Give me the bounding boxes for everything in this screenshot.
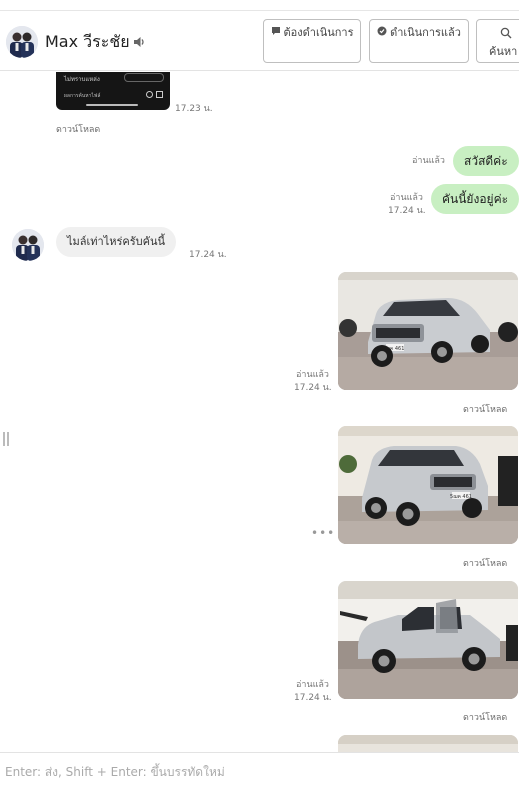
screenshot-text-2: ผลการค้นหาไฟล์ [64,93,101,99]
image-message-car-angle[interactable]: 5ฌค 461 [338,426,518,544]
incoming-message: ไมล์เท่าไหร่ครับคันนี้ [56,227,177,257]
done-button-label: ดำเนินการแล้ว [390,26,461,39]
screenshot-box [124,73,164,82]
search-icon [500,27,512,44]
check-bubble-icon [377,25,387,41]
speaker-icon[interactable] [132,35,146,49]
more-options-icon[interactable]: ••• [311,526,335,540]
outgoing-message: สวัสดีค่ะ [453,146,519,176]
image-message-car-side[interactable] [338,581,518,699]
message-time: 17.24 น. [388,206,426,216]
message-time: 17.24 น. [294,383,332,393]
download-link[interactable]: ดาวน์โหลด [463,402,507,416]
emoji-icon [146,91,153,98]
screenshot-text-1: ไม่ทราบแหล่ง [64,76,100,83]
read-receipt: อ่านแล้ว [296,370,329,380]
message-time: 17.24 น. [294,693,332,703]
contact-avatar[interactable] [6,26,38,58]
sender-avatar[interactable] [12,229,44,261]
chat-area[interactable]: ไม่ทราบแหล่ง ผลการค้นหาไฟล์ 17.23 น. ดาว… [0,72,519,752]
download-link[interactable]: ดาวน์โหลด [463,710,507,724]
image-message-screenshot[interactable]: ไม่ทราบแหล่ง ผลการค้นหาไฟล์ [56,72,170,110]
message-time: 17.23 น. [175,104,213,114]
image-icon [156,91,163,98]
chat-bubble-icon [271,25,281,41]
todo-button-label: ต้องดำเนินการ [283,26,354,39]
read-receipt: อ่านแล้ว [296,680,329,690]
home-indicator [86,104,138,106]
contact-name: Max วีระชัย [45,32,130,51]
download-link[interactable]: ดาวน์โหลด [463,556,507,570]
chat-header: Max วีระชัย ต้องดำเนินการ ดำเนินการแล้ว … [0,11,519,71]
download-link[interactable]: ดาวน์โหลด [56,122,100,136]
search-button[interactable]: ค้นหา [476,19,519,63]
outgoing-message: คันนี้ยังอยู่ค่ะ [431,184,519,214]
image-message-car-partial[interactable] [338,735,518,752]
search-button-label: ค้นหา [489,45,518,58]
message-time: 17.24 น. [189,250,227,260]
todo-button[interactable]: ต้องดำเนินการ [263,19,361,63]
done-button[interactable]: ดำเนินการแล้ว [369,19,469,63]
message-composer [0,752,519,803]
read-receipt: อ่านแล้ว [390,193,423,203]
resize-handle[interactable] [3,432,9,446]
read-receipt: อ่านแล้ว [412,156,445,166]
image-message-car-front[interactable]: ฌค 461 [338,272,518,390]
message-input[interactable] [5,761,510,783]
